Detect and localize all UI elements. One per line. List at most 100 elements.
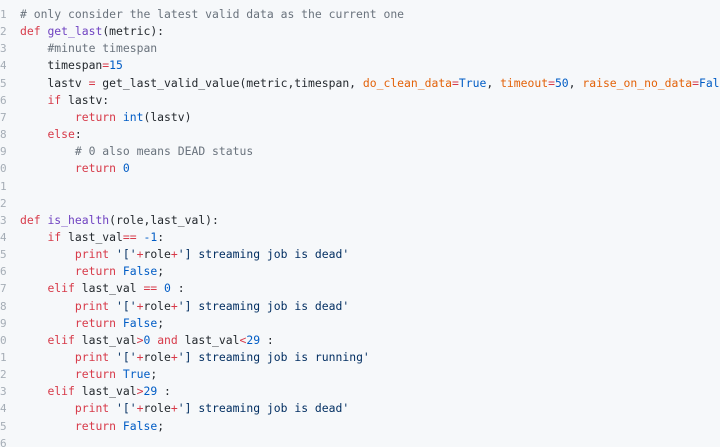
line-number: 0 (0, 333, 6, 347)
code-line[interactable]: return False; (20, 263, 164, 280)
line-number: 5 (0, 76, 6, 90)
code-token: : (170, 281, 185, 296)
code-editor[interactable]: 1 2 3 4 5 6 7 8 9 0 1 2 3 4 5 6 7 8 9 0 1 2 3 4 5 6 # only consid… (0, 0, 720, 447)
code-line[interactable]: elif last_val>0 and last_val<29 : (20, 332, 273, 349)
code-line[interactable]: timespan=15 (20, 57, 122, 74)
code-token: '[' (116, 247, 137, 262)
code-token: print (74, 298, 110, 313)
code-token: 0 (164, 281, 171, 296)
code-token: True (122, 367, 151, 382)
code-line[interactable]: return False; (20, 315, 164, 332)
code-line[interactable]: elif last_val>29 : (20, 383, 171, 400)
code-token: '[' (116, 298, 137, 313)
code-token: False (698, 75, 720, 90)
code-token: , (568, 75, 583, 90)
code-token: last_val (74, 384, 137, 399)
code-token: return (74, 315, 117, 330)
code-token: return (74, 109, 117, 124)
code-area[interactable]: # only consider the latest valid data as… (20, 0, 720, 447)
code-token: = (692, 75, 699, 90)
line-number: 3 (0, 42, 6, 56)
code-line[interactable]: if lastv: (20, 92, 109, 109)
code-token: (metric): (102, 24, 165, 39)
code-token: (role,last_val): (109, 212, 219, 227)
code-line[interactable]: print '['+role+'] streaming job is dead' (20, 400, 349, 417)
code-line[interactable]: if last_val== -1: (20, 229, 164, 246)
code-line[interactable]: def is_health(role,last_val): (20, 212, 219, 229)
code-token: + (170, 350, 178, 364)
code-line[interactable]: def get_last(metric): (20, 23, 164, 40)
code-line[interactable]: return True; (20, 366, 157, 383)
code-token: False (122, 418, 158, 433)
code-line[interactable]: return False; (20, 418, 164, 435)
code-token: 29 (246, 332, 261, 347)
line-number: 5 (0, 419, 6, 433)
line-number: 6 (0, 265, 6, 279)
code-token: timeout (500, 75, 549, 90)
line-number: 8 (0, 299, 6, 313)
code-line[interactable]: return int(lastv) (20, 109, 192, 126)
code-line[interactable]: print '['+role+'] streaming job is dead' (20, 246, 349, 263)
code-token: : (157, 384, 171, 399)
code-token: False (122, 315, 158, 330)
code-token: 50 (554, 75, 569, 90)
code-token: if (47, 92, 62, 107)
code-line[interactable]: else: (20, 126, 81, 143)
code-token: print (74, 350, 110, 364)
code-token: role (143, 350, 171, 364)
code-token: : (157, 229, 165, 244)
line-number-gutter: 1 2 3 4 5 6 7 8 9 0 1 2 3 4 5 6 7 8 9 0 1 2 3 4 5 6 (0, 0, 10, 447)
code-line[interactable]: print '['+role+'] streaming job is dead' (20, 298, 349, 315)
code-line[interactable]: return 0 (20, 160, 130, 177)
code-token: int (122, 109, 144, 124)
code-token: raise_on_no_data (582, 75, 693, 90)
line-number: 2 (0, 196, 6, 210)
code-token: print (74, 401, 110, 416)
code-token: '] streaming job is dead' (177, 247, 350, 262)
code-token: role (143, 298, 171, 313)
code-line[interactable]: print '['+role+'] streaming job is runni… (20, 349, 370, 366)
code-token: last_val (74, 332, 137, 347)
code-token: elif (47, 384, 75, 399)
code-line[interactable]: # 0 also means DEAD status (20, 143, 253, 160)
code-token: False (122, 264, 158, 279)
code-line[interactable]: # only consider the latest valid data as… (20, 6, 404, 23)
code-token: print (74, 247, 110, 262)
code-token: True (458, 75, 487, 90)
code-token: # 0 also means DEAD status (74, 144, 254, 159)
line-number: 4 (0, 230, 6, 244)
code-token: (lastv) (143, 109, 192, 124)
code-token: if (47, 229, 62, 244)
code-line[interactable]: #minute timespan (20, 40, 157, 57)
code-token: == (143, 281, 158, 296)
code-token: elif (47, 332, 75, 347)
code-token: '] streaming job is dead' (177, 298, 350, 313)
code-line[interactable]: elif last_val == 0 : (20, 280, 185, 297)
line-number: 9 (0, 316, 6, 330)
code-token: def (20, 24, 48, 39)
line-number: 7 (0, 110, 6, 124)
code-token: '] streaming job is running' (177, 350, 370, 364)
code-token: 0 (122, 161, 130, 176)
code-token: get_last_valid_value(metric,timespan, (95, 75, 363, 90)
code-token: do_clean_data (362, 75, 453, 90)
code-line[interactable]: lastv = get_last_valid_value(metric,time… (20, 75, 720, 92)
code-token: '] streaming job is dead' (177, 401, 350, 416)
line-number: 4 (0, 402, 6, 416)
code-token: elif (47, 281, 75, 296)
line-number: 4 (0, 59, 6, 73)
code-token: return (74, 418, 117, 433)
code-token: + (170, 247, 178, 262)
